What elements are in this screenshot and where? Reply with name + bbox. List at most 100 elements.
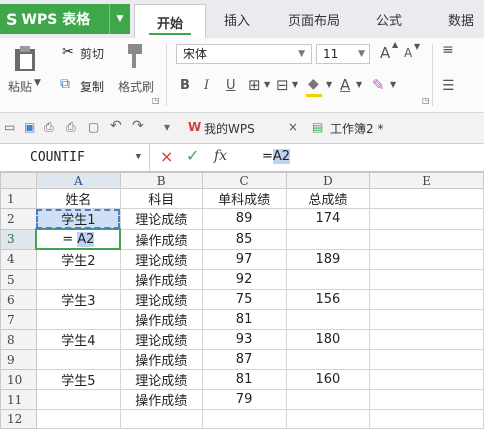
cell[interactable] [369, 349, 484, 370]
doc-tab-my-wps[interactable]: 我的WPS [204, 120, 255, 137]
cell[interactable] [35, 389, 121, 410]
insert-function-button[interactable]: fx [214, 148, 227, 164]
column-header-d[interactable]: D [285, 172, 371, 189]
tab-home[interactable]: 开始 [134, 4, 206, 39]
chevron-down-icon[interactable]: ▼ [390, 80, 396, 89]
cell[interactable]: 理论成绩 [119, 329, 203, 350]
cell[interactable]: 85 [201, 228, 287, 250]
open-icon[interactable]: ▭ [4, 120, 15, 134]
cell[interactable] [369, 409, 484, 429]
cell[interactable]: 75 [201, 289, 287, 310]
cell[interactable]: 操作成绩 [119, 269, 203, 290]
cell[interactable] [285, 389, 371, 410]
cell[interactable]: 科目 [119, 188, 203, 209]
cell[interactable] [285, 228, 371, 250]
cut-button[interactable]: 剪切 [80, 45, 104, 62]
cell[interactable] [35, 309, 121, 330]
cell[interactable]: 操作成绩 [119, 228, 203, 250]
chevron-down-icon[interactable]: ▼ [34, 78, 41, 88]
confirm-formula-button[interactable]: ✓ [186, 146, 199, 165]
clipboard-expand-icon[interactable]: ◳ [152, 96, 160, 105]
cell[interactable]: 学生4 [35, 329, 121, 350]
underline-button[interactable]: U [226, 78, 236, 93]
copy-icon[interactable]: ⧉ [60, 76, 70, 92]
cell[interactable]: 89 [201, 208, 287, 230]
row-header[interactable]: 6 [0, 289, 37, 310]
align-top-icon[interactable]: ≡ [442, 42, 454, 58]
chevron-down-icon[interactable]: ▼ [136, 144, 141, 171]
cell[interactable] [369, 188, 484, 209]
cell[interactable]: 操作成绩 [119, 309, 203, 330]
shrink-font-button[interactable]: A [404, 46, 412, 60]
formula-input[interactable]: =A2 [262, 149, 291, 164]
chevron-down-icon[interactable]: ▼ [292, 80, 298, 89]
column-header-a[interactable]: A [35, 172, 121, 189]
font-size-select[interactable]: 11 ▼ [316, 44, 370, 64]
cell[interactable]: 81 [201, 309, 287, 330]
chevron-down-icon[interactable]: ▼ [264, 80, 270, 89]
cell[interactable] [285, 409, 371, 429]
italic-button[interactable]: I [204, 78, 209, 93]
clear-format-icon[interactable]: ✎ [372, 76, 385, 94]
cell[interactable]: 单科成绩 [201, 188, 287, 209]
paste-button[interactable]: 粘贴 [8, 78, 32, 95]
font-name-select[interactable]: 宋体 ▼ [176, 44, 312, 64]
cell[interactable]: 学生2 [35, 248, 121, 270]
row-header[interactable]: 11 [0, 389, 37, 410]
cell[interactable]: 81 [201, 369, 287, 390]
cell[interactable]: 156 [285, 289, 371, 310]
cell[interactable] [285, 309, 371, 330]
cell[interactable] [35, 349, 121, 370]
tab-formulas[interactable]: 公式 [376, 10, 402, 29]
row-header[interactable]: 4 [0, 248, 37, 270]
referenced-cell-a2[interactable]: 学生1 [35, 208, 121, 230]
cell[interactable] [285, 269, 371, 290]
grow-font-button[interactable]: A [380, 44, 390, 62]
doc-tab-workbook[interactable]: 工作簿2 * [330, 120, 383, 137]
cell[interactable]: 92 [201, 269, 287, 290]
save-icon[interactable]: ▣ [24, 120, 35, 134]
cell[interactable] [369, 248, 484, 270]
row-header[interactable]: 5 [0, 269, 37, 290]
border-icon[interactable]: ⊞ [248, 76, 261, 94]
bold-button[interactable]: B [180, 78, 190, 93]
cell[interactable] [369, 228, 484, 250]
format-painter-icon[interactable] [122, 42, 148, 75]
row-header[interactable]: 12 [0, 409, 37, 429]
font-color-icon[interactable]: A [340, 76, 350, 94]
cell[interactable] [369, 369, 484, 390]
copy-button[interactable]: 复制 [80, 78, 104, 95]
cell[interactable]: 160 [285, 369, 371, 390]
cell[interactable]: 操作成绩 [119, 389, 203, 410]
cell[interactable]: 174 [285, 208, 371, 230]
cell[interactable] [119, 409, 203, 429]
row-header[interactable]: 2 [0, 208, 37, 230]
app-menu-button[interactable]: S WPS 表格 ▼ [0, 4, 130, 34]
cell[interactable] [369, 208, 484, 230]
cell[interactable]: 87 [201, 349, 287, 370]
active-cell-a3[interactable]: = A2 [35, 228, 122, 250]
close-icon[interactable]: × [288, 120, 298, 134]
cell[interactable] [369, 309, 484, 330]
row-header[interactable]: 3 [0, 228, 37, 250]
tab-data[interactable]: 数据 [448, 10, 474, 29]
chevron-down-icon[interactable]: ▼ [356, 80, 362, 89]
customize-icon[interactable]: ▾ [164, 120, 170, 134]
cell[interactable] [369, 389, 484, 410]
cell[interactable]: 理论成绩 [119, 208, 203, 230]
cell[interactable] [369, 269, 484, 290]
chevron-down-icon[interactable]: ▼ [326, 80, 332, 89]
name-box[interactable]: COUNTIF ▼ [0, 144, 150, 171]
cell[interactable]: 姓名 [35, 188, 121, 209]
font-expand-icon[interactable]: ◳ [422, 96, 430, 105]
select-all-corner[interactable] [0, 172, 37, 189]
cell[interactable]: 理论成绩 [119, 369, 203, 390]
print-preview-icon[interactable]: ▢ [88, 120, 99, 134]
merge-cells-icon[interactable]: ⊟ [276, 76, 289, 94]
export-icon[interactable]: ⎙ [44, 120, 54, 135]
paste-icon[interactable] [12, 46, 38, 75]
cell[interactable]: 理论成绩 [119, 289, 203, 310]
row-header[interactable]: 1 [0, 188, 37, 209]
cell[interactable]: 180 [285, 329, 371, 350]
cell[interactable] [201, 409, 287, 429]
